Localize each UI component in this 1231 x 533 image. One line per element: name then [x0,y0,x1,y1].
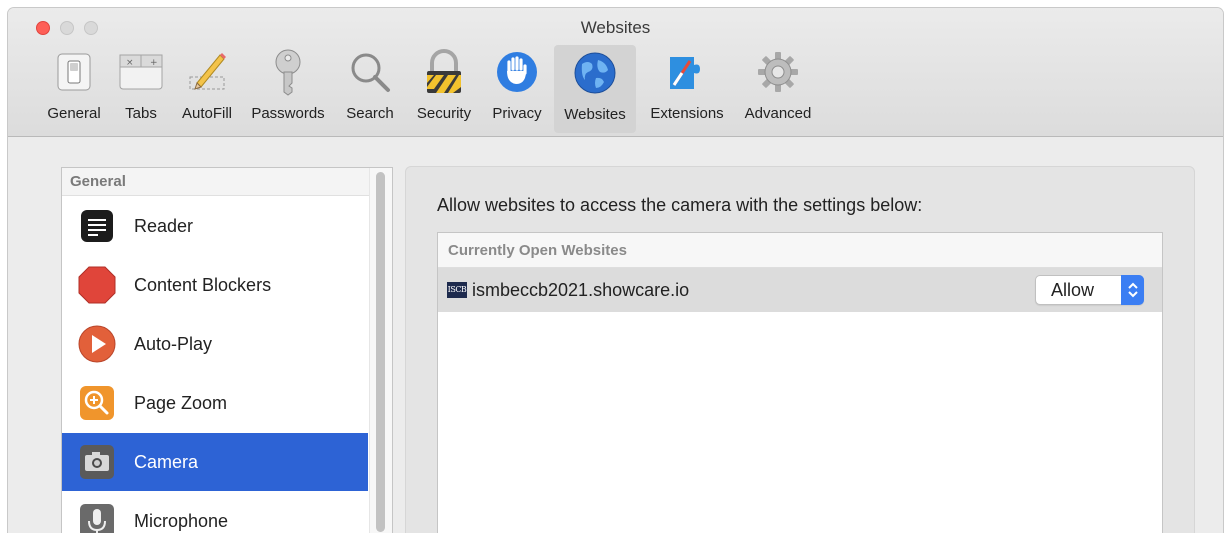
sidebar-section-header: General [62,168,372,196]
key-icon [264,48,312,96]
window-title: Websites [580,18,651,37]
sidebar-item-camera[interactable]: Camera [62,433,368,491]
title-bar: Websites General × + Tabs AutoFill Passw… [8,8,1223,137]
sidebar-item-reader[interactable]: Reader [62,197,368,255]
preferences-window: Websites General × + Tabs AutoFill Passw… [8,8,1223,533]
sidebar-scrollbar[interactable] [369,168,392,533]
svg-text:+: + [150,58,158,68]
table-row[interactable]: ISCB ismbeccb2021.showcare.io Allow [438,268,1162,312]
sidebar-item-page-zoom[interactable]: Page Zoom [62,374,368,432]
permission-value: Allow [1051,280,1095,300]
sidebar-scroll-thumb[interactable] [376,172,385,532]
toolbar-extensions[interactable]: Extensions [644,44,730,136]
zoom-icon [77,383,117,423]
magnifier-icon [346,48,394,96]
camera-icon [77,442,117,482]
toolbar-privacy[interactable]: Privacy [486,44,548,136]
toolbar-search[interactable]: Search [340,44,400,136]
sidebar-item-auto-play[interactable]: Auto-Play [62,315,368,373]
site-favicon: ISCB [447,282,467,298]
globe-icon [571,49,619,97]
preferences-toolbar: General × + Tabs AutoFill Passwords Sear… [8,44,1223,136]
panel-description: Allow websites to access the camera with… [437,195,923,215]
toolbar-passwords[interactable]: Passwords [246,44,330,136]
svg-text:×: × [126,58,134,68]
general-switch-icon [50,48,98,96]
select-stepper-icon[interactable] [1121,275,1144,305]
toolbar-general[interactable]: General [42,44,106,136]
camera-settings-panel: Allow websites to access the camera with… [405,166,1195,533]
table-header: Currently Open Websites [438,233,1162,268]
lock-icon [420,48,468,96]
hand-icon [493,48,541,96]
sidebar-item-microphone[interactable]: Microphone [62,492,368,533]
stop-sign-icon [77,265,117,305]
preferences-content: General Reader Content Blockers Auto-Pla… [8,137,1223,533]
site-name: ismbeccb2021.showcare.io [472,279,690,300]
sidebar-item-content-blockers[interactable]: Content Blockers [62,256,368,314]
toolbar-tabs[interactable]: × + Tabs [116,44,166,136]
toolbar-autofill[interactable]: AutoFill [174,44,240,136]
puzzle-compass-icon [663,48,711,96]
reader-icon [77,206,117,246]
microphone-icon [77,501,117,533]
websites-sidebar: General Reader Content Blockers Auto-Pla… [61,167,393,533]
tabs-icon: × + [117,48,165,96]
play-icon [77,324,117,364]
toolbar-websites[interactable]: Websites [554,45,636,133]
permission-select[interactable]: Allow [1035,275,1144,305]
gear-icon [754,48,802,96]
toolbar-security[interactable]: Security [410,44,478,136]
websites-table: Currently Open Websites ISCB ismbeccb202… [437,232,1163,533]
pencil-icon [183,48,231,96]
toolbar-advanced[interactable]: Advanced [740,44,816,136]
